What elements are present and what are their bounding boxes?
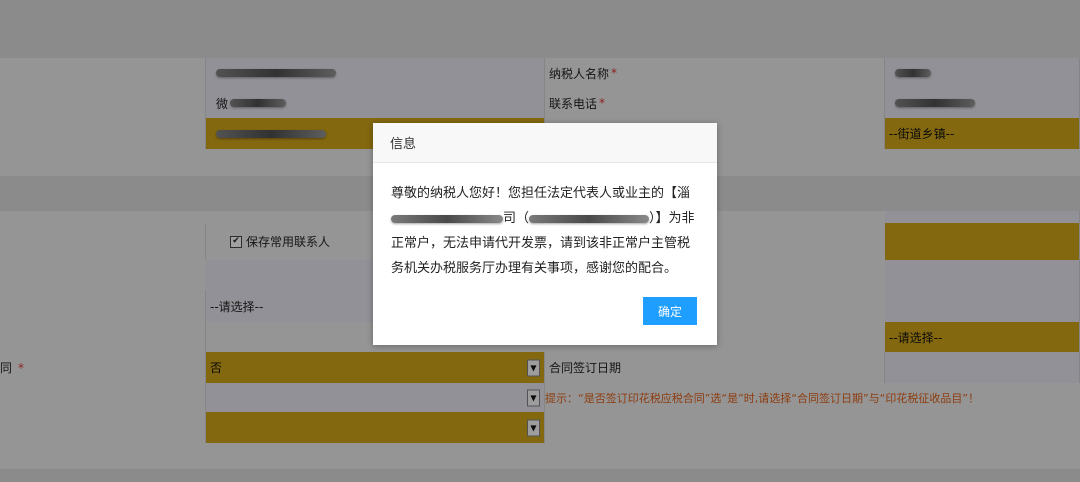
dialog-title-bar: 信息 [373, 123, 717, 163]
dialog-message-part4: 正常户，无法申请代开发票，请到该非正常户主管税务机关办税服务厅办理有关事项，感谢… [391, 236, 691, 276]
confirm-button[interactable]: 确定 [643, 297, 697, 325]
redacted-company-name [391, 214, 503, 223]
dialog-message-part3: ）】为非 [649, 211, 695, 226]
dialog-message-part2: 司（ [503, 211, 530, 226]
dialog-title: 信息 [390, 137, 417, 152]
info-dialog: 信息 尊敬的纳税人您好！您担任法定代表人或业主的【淄 司（ ）】为非 正常户，无法… [373, 123, 717, 345]
redacted-taxpayer-number [529, 214, 650, 223]
dialog-message: 尊敬的纳税人您好！您担任法定代表人或业主的【淄 司（ ）】为非 正常户，无法申请代… [391, 181, 701, 281]
dialog-message-part1: 尊敬的纳税人您好！您担任法定代表人或业主的【淄 [391, 186, 691, 201]
